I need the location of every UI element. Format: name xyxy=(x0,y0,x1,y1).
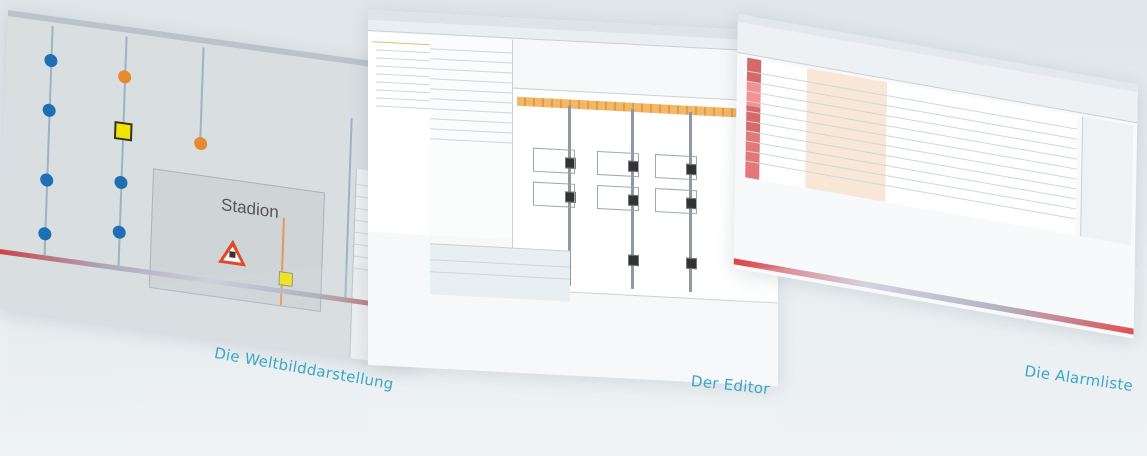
valve-node[interactable] xyxy=(628,254,639,267)
alarm-side-panel[interactable] xyxy=(1080,116,1134,246)
yellow-square-marker-icon[interactable] xyxy=(113,120,133,142)
editor-reflection xyxy=(368,355,778,450)
blue-circle-marker-icon[interactable] xyxy=(42,102,56,118)
blue-circle-marker-icon[interactable] xyxy=(114,175,128,190)
blue-circle-marker-icon[interactable] xyxy=(40,172,54,188)
blue-circle-marker-icon[interactable] xyxy=(38,226,52,242)
component-box[interactable] xyxy=(655,188,697,215)
component-box[interactable] xyxy=(597,151,639,178)
editor-properties-panel[interactable] xyxy=(430,243,570,302)
component-box[interactable] xyxy=(533,181,575,208)
orange-circle-marker-icon[interactable] xyxy=(193,136,208,151)
blue-circle-marker-icon[interactable] xyxy=(44,53,58,68)
world-toolbar xyxy=(7,10,428,75)
component-box[interactable] xyxy=(533,147,575,174)
blue-circle-marker-icon[interactable] xyxy=(112,224,126,240)
editor-tree-panel[interactable] xyxy=(368,32,431,236)
editor-screenshot xyxy=(368,10,778,387)
alarm-list-reflection xyxy=(738,268,1138,378)
warning-triangle-icon xyxy=(218,239,247,267)
orange-circle-marker-icon[interactable] xyxy=(117,69,132,85)
track-line xyxy=(199,47,205,148)
editor-list-panel[interactable] xyxy=(430,35,513,240)
collage-stage: Stadion Die Weltbilddarstellung Der Edit… xyxy=(0,0,1147,456)
component-box[interactable] xyxy=(597,185,639,212)
component-box[interactable] xyxy=(655,154,697,181)
valve-node[interactable] xyxy=(686,257,697,270)
stadium-label: Stadion xyxy=(220,194,280,222)
